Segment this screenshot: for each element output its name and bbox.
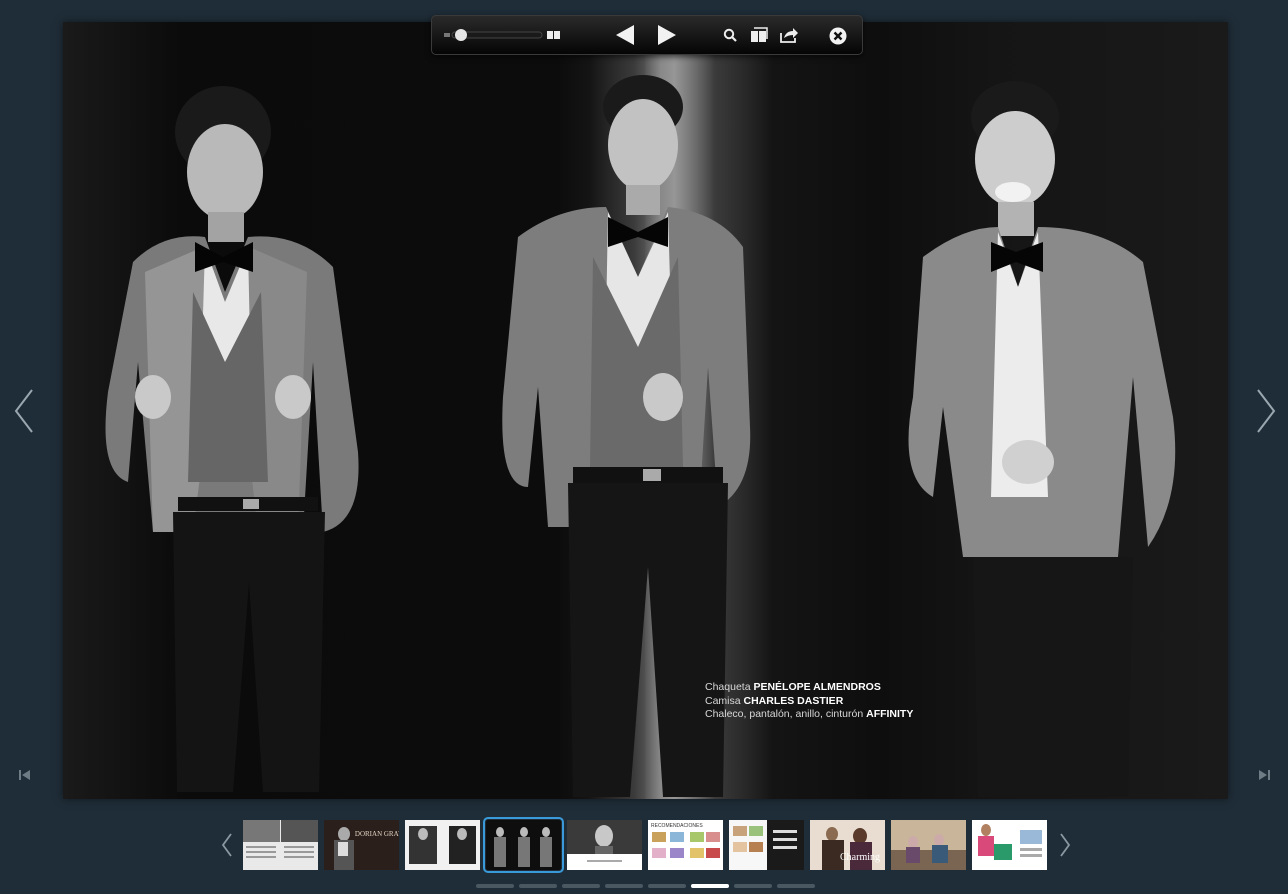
- previous-page-icon[interactable]: [612, 22, 638, 48]
- model-photo-left: [105, 86, 359, 792]
- thumbnail-page[interactable]: [567, 820, 642, 870]
- viewer-toolbar: [431, 15, 863, 55]
- chevron-left-icon[interactable]: [12, 388, 36, 434]
- last-page-icon[interactable]: [1257, 767, 1271, 783]
- zoom-slider-thumb[interactable]: [455, 29, 467, 41]
- share-icon[interactable]: [778, 26, 800, 44]
- magazine-spread[interactable]: Chaqueta PENÉLOPE ALMENDROS Camisa CHARL…: [63, 22, 1228, 799]
- pages-icon[interactable]: [749, 26, 769, 44]
- model-photo-right: [908, 81, 1176, 797]
- thumbnail-next-icon[interactable]: [1058, 832, 1072, 858]
- thumbnail-page[interactable]: Charming: [810, 820, 885, 870]
- thumbnail-title: Charming: [840, 852, 880, 863]
- thumbnail-prev-icon[interactable]: [220, 832, 234, 858]
- credit-line-jacket: Chaqueta PENÉLOPE ALMENDROS: [705, 681, 881, 693]
- pagination-dot[interactable]: [734, 884, 772, 888]
- thumbnail-page[interactable]: [729, 820, 804, 870]
- search-icon[interactable]: [722, 27, 738, 43]
- thumbnail-page[interactable]: [891, 820, 966, 870]
- photo-credits: Chaqueta PENÉLOPE ALMENDROS Camisa CHARL…: [705, 681, 913, 722]
- pagination-dot[interactable]: [562, 884, 600, 888]
- thumbnail-page[interactable]: [972, 820, 1047, 870]
- pagination-dot[interactable]: [777, 884, 815, 888]
- first-page-icon[interactable]: [18, 767, 32, 783]
- thumbnail-page-current[interactable]: [483, 817, 564, 873]
- thumbnail-page[interactable]: DORIAN GRAY: [324, 820, 399, 870]
- two-page-icon[interactable]: [546, 28, 562, 42]
- thumbnail-title: DORIAN GRAY: [355, 830, 399, 838]
- credit-line-accessories: Chaleco, pantalón, anillo, cinturón AFFI…: [705, 708, 914, 720]
- close-icon[interactable]: [828, 26, 848, 46]
- pagination-dot-current[interactable]: [691, 884, 729, 888]
- thumbnail-page[interactable]: RECOMENDACIONES: [648, 820, 723, 870]
- chevron-right-icon[interactable]: [1254, 388, 1278, 434]
- pagination-dot[interactable]: [476, 884, 514, 888]
- zoom-slider[interactable]: [444, 28, 544, 42]
- pagination-dot[interactable]: [648, 884, 686, 888]
- thumbnail-title: RECOMENDACIONES: [651, 823, 703, 829]
- next-page-icon[interactable]: [654, 22, 680, 48]
- thumbnail-page[interactable]: [405, 820, 480, 870]
- pagination-dot[interactable]: [519, 884, 557, 888]
- pagination-dot[interactable]: [605, 884, 643, 888]
- thumbnail-page[interactable]: [243, 820, 318, 870]
- credit-line-shirt: Camisa CHARLES DASTIER: [705, 694, 844, 707]
